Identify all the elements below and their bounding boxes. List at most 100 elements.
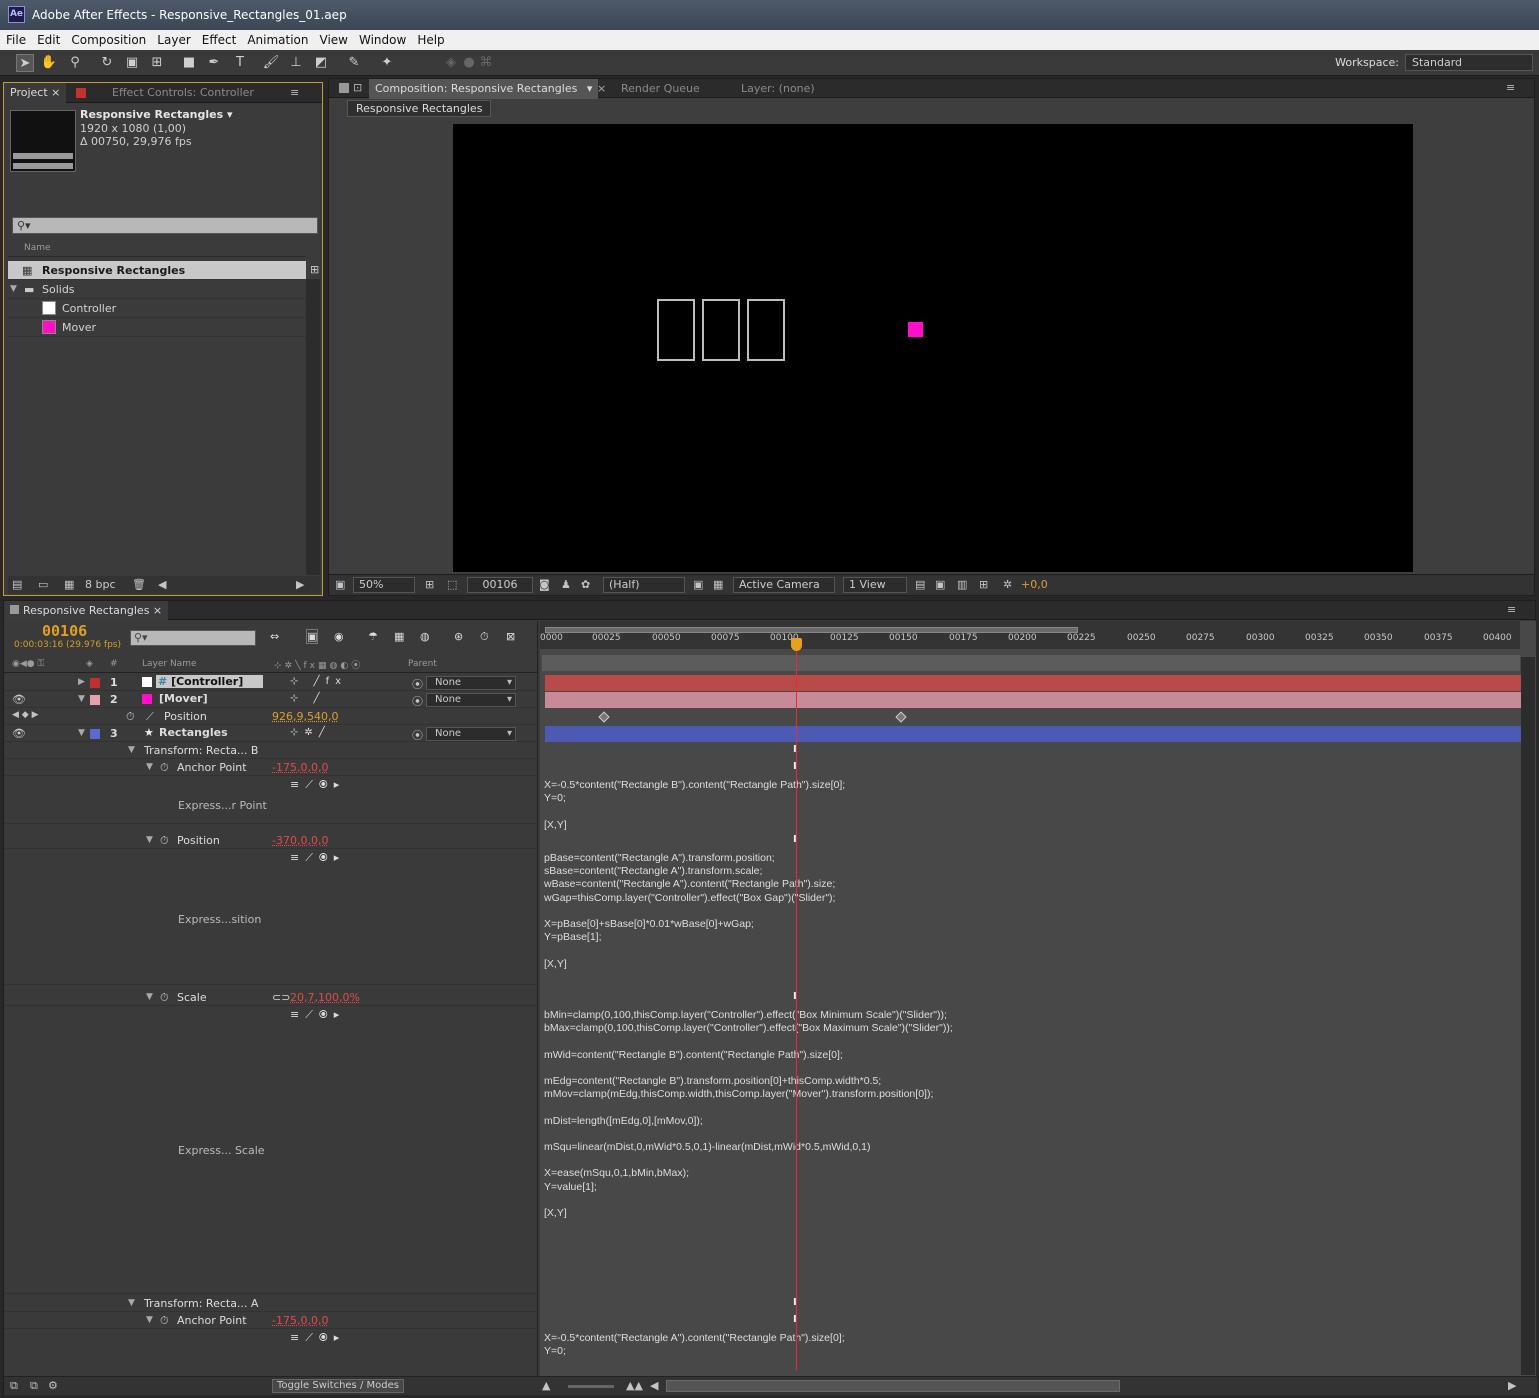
- scroll-right-icon[interactable]: ▶: [1508, 1379, 1516, 1392]
- flowchart-icon[interactable]: ⊞: [310, 263, 319, 276]
- tab-project[interactable]: Project ×: [4, 83, 67, 103]
- type-tool-icon[interactable]: T: [231, 54, 249, 72]
- project-item-folder[interactable]: ▼ ▬ Solids: [8, 280, 306, 299]
- zoom-select[interactable]: 50%: [353, 577, 415, 593]
- selection-tool-icon[interactable]: ➤: [16, 54, 34, 72]
- flowchart-icon[interactable]: ⊞: [979, 578, 988, 591]
- pick-whip-icon[interactable]: ⦿: [412, 727, 423, 743]
- layer-row-mover[interactable]: 👁 ▼ 2 [Mover] ⊹ ╱ ⦿ None: [4, 691, 538, 708]
- menu-view[interactable]: View: [314, 30, 353, 50]
- timeline-icon[interactable]: ▥: [957, 578, 967, 591]
- show-snapshot-icon[interactable]: ♟: [561, 578, 571, 591]
- expression-controls-icon[interactable]: ≡⟋⦿▸: [290, 778, 345, 792]
- project-item-comp[interactable]: ▦ Responsive Rectangles: [8, 261, 306, 280]
- timeline-horizontal-scrollbar[interactable]: [666, 1380, 1120, 1392]
- layer-name[interactable]: Rectangles: [159, 726, 228, 739]
- stopwatch-icon[interactable]: ⏱: [160, 834, 169, 848]
- expression-editor-scale-b[interactable]: bMin=clamp(0,100,thisComp.layer("Control…: [544, 1009, 953, 1220]
- interpret-footage-icon[interactable]: ▤: [12, 578, 22, 591]
- view-layout-select[interactable]: 1 View: [843, 577, 907, 593]
- panel-menu-icon[interactable]: ≡: [1506, 81, 1515, 94]
- property-group-transform-b[interactable]: ▼ Transform: Recta... B: [4, 742, 538, 759]
- parent-select[interactable]: None: [426, 727, 516, 741]
- stopwatch-icon[interactable]: ⏱: [126, 710, 135, 724]
- expression-controls-icon[interactable]: ≡⟋⦿▸: [290, 1008, 345, 1022]
- collapse-layer-icon[interactable]: ▼: [78, 694, 85, 704]
- comp-marker-bar[interactable]: [542, 655, 1520, 671]
- layer-switches-icon[interactable]: ⊹ ╱: [290, 693, 326, 704]
- world-axis-icon[interactable]: ●: [460, 54, 478, 72]
- menu-file[interactable]: File: [0, 30, 31, 50]
- menu-effect[interactable]: Effect: [196, 30, 242, 50]
- property-row-position-b[interactable]: ▼ ⏱ Position -370,0,0,0: [4, 832, 538, 849]
- folder-expand-icon[interactable]: ▼: [10, 280, 17, 299]
- trash-icon[interactable]: 🗑: [132, 578, 146, 591]
- new-folder-icon[interactable]: ▭: [38, 578, 48, 591]
- label-color-icon[interactable]: [90, 678, 100, 688]
- layer-row-rectangles[interactable]: 👁 ▼ 3 ★ Rectangles ⊹✲╱ ⦿ None: [4, 725, 538, 742]
- collapse-layer-icon[interactable]: ▼: [78, 728, 85, 738]
- tab-timeline[interactable]: Responsive Rectangles ×: [4, 601, 169, 621]
- layer-bar-mover[interactable]: [545, 692, 1521, 708]
- close-tab-icon[interactable]: ×: [597, 82, 606, 95]
- exposure-value[interactable]: +0,0: [1021, 578, 1048, 591]
- menu-help[interactable]: Help: [411, 30, 449, 50]
- property-row-position[interactable]: ◀ ◆ ▶ ⏱ ⟋ Position 926,9,540,0: [4, 708, 538, 725]
- expression-editor-anchor-b[interactable]: X=-0.5*content("Rectangle B").content("R…: [544, 779, 845, 832]
- parent-select[interactable]: None: [426, 676, 516, 690]
- property-value[interactable]: 20,7,100,0%: [290, 991, 360, 1004]
- collapse-group-icon[interactable]: ▼: [146, 762, 153, 772]
- visibility-eye-icon[interactable]: 👁: [12, 693, 26, 706]
- rotation-tool-icon[interactable]: ↻: [98, 54, 116, 72]
- brush-tool-icon[interactable]: 🖌: [262, 54, 280, 72]
- tab-layer[interactable]: Layer: (none): [735, 79, 821, 99]
- scroll-left-icon[interactable]: ◀: [650, 1379, 658, 1392]
- scroll-right-icon[interactable]: ▶: [296, 578, 304, 591]
- auto-keyframe-icon[interactable]: ⏱: [480, 630, 489, 644]
- project-scrollbar[interactable]: [306, 279, 320, 575]
- timecode-display[interactable]: 00106: [42, 622, 87, 640]
- project-item-controller[interactable]: Controller: [8, 299, 306, 318]
- reset-exposure-icon[interactable]: ✲: [1003, 578, 1012, 591]
- roto-brush-tool-icon[interactable]: ✎: [345, 54, 363, 72]
- shy-layers-icon[interactable]: ☂: [368, 630, 378, 643]
- view-axis-icon[interactable]: ⌘: [477, 54, 495, 72]
- zoom-tool-icon[interactable]: ⚲: [66, 54, 84, 72]
- camera-tool-icon[interactable]: ▣: [123, 54, 141, 72]
- expression-controls-icon[interactable]: ≡⟋⦿▸: [290, 1331, 345, 1345]
- new-comp-icon[interactable]: ▦: [64, 578, 74, 591]
- hand-tool-icon[interactable]: ✋: [40, 54, 58, 72]
- property-row-anchor-b[interactable]: ▼ ⏱ Anchor Point -175,0,0,0: [4, 759, 538, 776]
- label-color-icon[interactable]: [90, 695, 100, 705]
- expression-editor-anchor-a[interactable]: X=-0.5*content("Rectangle A").content("R…: [544, 1332, 845, 1358]
- pan-behind-tool-icon[interactable]: ⊞: [148, 54, 166, 72]
- comp-mini-flowchart-icon[interactable]: ⇔: [270, 630, 279, 643]
- fast-previews-icon[interactable]: ▣: [935, 578, 945, 591]
- comp-locker-icon[interactable]: ⊡: [353, 81, 362, 94]
- toggle-pixel-aspect-icon[interactable]: ▤: [915, 578, 925, 591]
- keyframe-navigator-icon[interactable]: ◀ ◆ ▶: [12, 710, 39, 720]
- safe-margins-icon[interactable]: ⬚: [447, 578, 457, 591]
- layer-row-controller[interactable]: ▶ 1 # [Controller] ⊹ ╱fx ⦿ None: [4, 674, 538, 691]
- stopwatch-icon[interactable]: ⏱: [160, 1314, 169, 1328]
- collapse-group-icon[interactable]: ▼: [128, 1298, 135, 1308]
- layer-bar-controller[interactable]: [545, 675, 1521, 691]
- brainstorm-icon[interactable]: ⊛: [454, 630, 463, 643]
- draft-3d-icon[interactable]: ◉: [334, 630, 344, 643]
- scroll-left-icon[interactable]: ◀: [158, 578, 166, 591]
- frame-blending-icon[interactable]: ▦: [394, 630, 404, 643]
- region-of-interest-icon[interactable]: ▣: [693, 578, 703, 591]
- expand-transfer-icon[interactable]: ⧉: [30, 1379, 38, 1393]
- property-group-transform-a[interactable]: ▼ Transform: Recta... A: [4, 1295, 538, 1312]
- property-row-anchor-a[interactable]: ▼ ⏱ Anchor Point -175,0,0,0: [4, 1312, 538, 1329]
- in-out-icon[interactable]: ⚙: [48, 1379, 58, 1392]
- menu-composition[interactable]: Composition: [65, 30, 151, 50]
- resolution-select[interactable]: (Half): [603, 577, 685, 593]
- clone-stamp-tool-icon[interactable]: ⊥: [287, 54, 305, 72]
- pick-whip-icon[interactable]: ⦿: [412, 693, 423, 709]
- project-comp-name[interactable]: Responsive Rectangles ▾: [80, 108, 233, 121]
- panel-menu-icon[interactable]: ≡: [290, 86, 299, 99]
- fit-icon[interactable]: ⊞: [425, 578, 434, 591]
- zoom-out-icon[interactable]: ▲: [542, 1379, 550, 1392]
- time-ruler[interactable]: 0000 00025 00050 00075 00100 00125 00150…: [540, 621, 1520, 649]
